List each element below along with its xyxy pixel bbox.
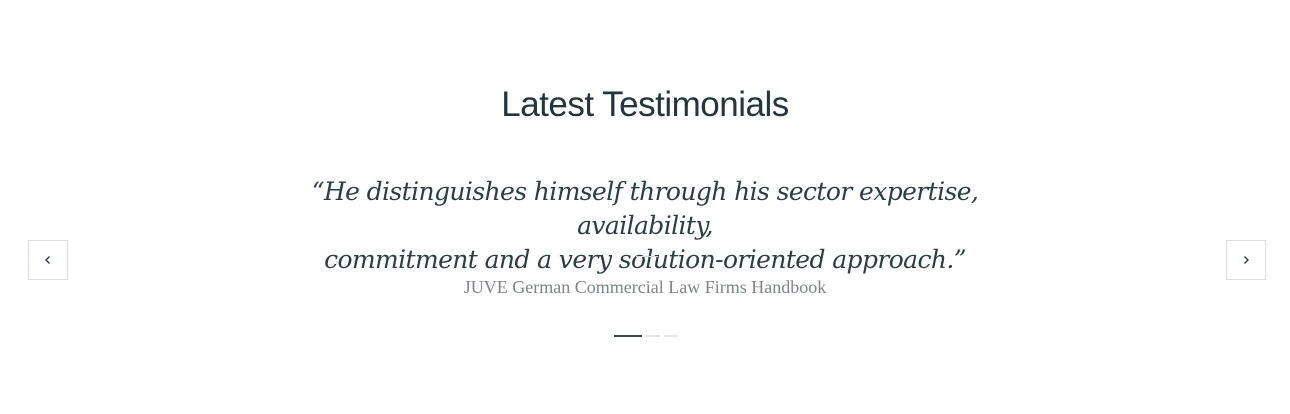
testimonial-source: JUVE German Commercial Law Firms Handboo… bbox=[463, 277, 827, 297]
chevron-right-icon bbox=[1241, 255, 1251, 265]
next-slide-button[interactable] bbox=[1226, 240, 1266, 280]
pagination-dot-2[interactable] bbox=[646, 335, 660, 337]
testimonial-quote: “He distinguishes himself through his se… bbox=[245, 175, 1045, 277]
pagination-dot-3[interactable] bbox=[664, 335, 678, 337]
previous-slide-button[interactable] bbox=[28, 240, 68, 280]
chevron-left-icon bbox=[43, 255, 53, 265]
carousel-pagination bbox=[614, 335, 678, 338]
quote-line-2: commitment and a very solution-oriented … bbox=[324, 245, 966, 274]
pagination-dot-1[interactable] bbox=[614, 335, 642, 337]
quote-divider bbox=[636, 256, 658, 257]
testimonials-section: Latest Testimonials “He distinguishes hi… bbox=[0, 0, 1290, 414]
quote-line-1: “He distinguishes himself through his se… bbox=[311, 177, 979, 240]
section-title: Latest Testimonials bbox=[501, 85, 789, 124]
